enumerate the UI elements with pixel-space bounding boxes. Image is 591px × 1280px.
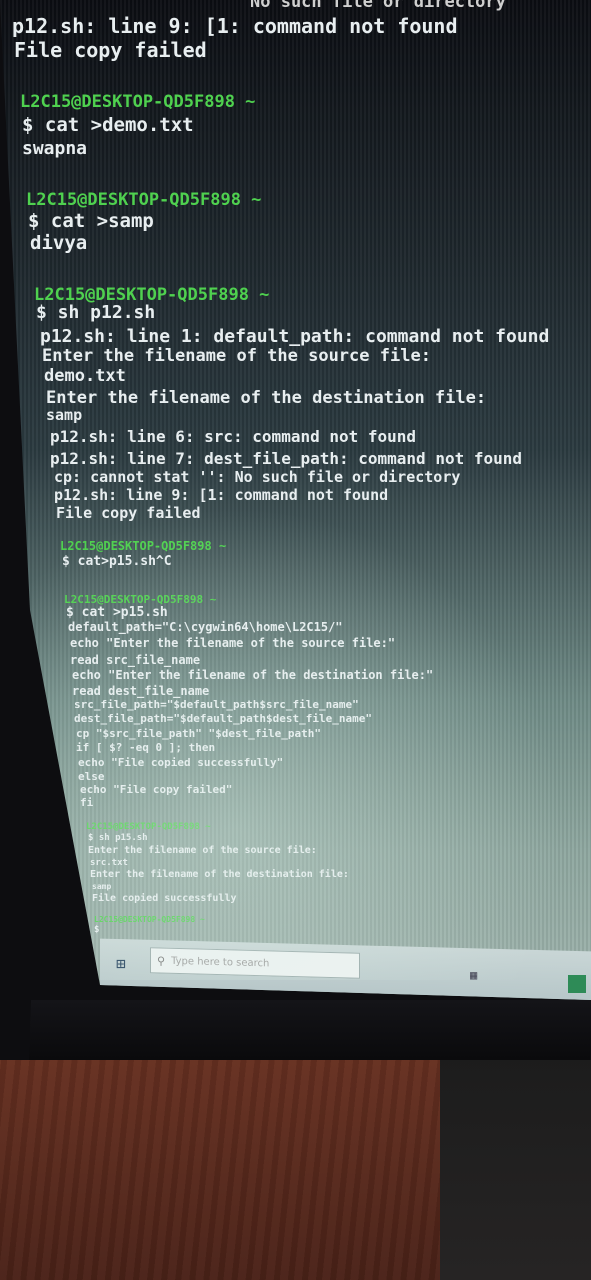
terminal-line: p12.sh: line 9: [1: command not found xyxy=(12,14,458,38)
terminal-line: demo.txt xyxy=(44,366,126,386)
terminal-line: p12.sh: line 1: default_path: command no… xyxy=(40,326,550,347)
terminal-line: p12.sh: line 6: src: command not found xyxy=(50,427,417,446)
terminal-line: Enter the filename of the source file: xyxy=(42,346,431,366)
script-line: read dest_file_name xyxy=(72,684,210,698)
search-icon: ⚲ xyxy=(157,953,166,968)
script-line: echo "Enter the filename of the destinat… xyxy=(72,668,434,682)
script-line: default_path="C:\cygwin64\home\L2C15/" xyxy=(68,620,343,634)
terminal-line: No such file or directory xyxy=(250,0,506,12)
terminal-line: File copied successfully xyxy=(92,893,237,904)
terminal-command: $ cat >samp xyxy=(28,210,154,232)
monitor-bezel-bottom xyxy=(28,1000,591,1060)
terminal-prompt: L2C15@DESKTOP-QD5F898 ~ xyxy=(60,539,227,553)
terminal-line: File copy failed xyxy=(56,504,201,522)
script-line: else xyxy=(78,770,105,783)
terminal-line: samp xyxy=(92,882,112,891)
terminal-prompt: L2C15@DESKTOP-QD5F898 ~ xyxy=(94,915,205,924)
script-line: read src_file_name xyxy=(70,653,201,667)
monitor-stand xyxy=(440,1050,591,1280)
terminal-line: samp xyxy=(46,406,83,424)
terminal-window[interactable]: No such file or directory p12.sh: line 9… xyxy=(0,0,591,1000)
terminal-line: src.txt xyxy=(90,858,128,868)
taskbar-search-input[interactable]: ⚲ Type here to search xyxy=(150,947,360,979)
terminal-line: divya xyxy=(30,232,88,254)
script-line: src_file_path="$default_path$src_file_na… xyxy=(74,698,359,711)
windows-start-icon[interactable]: ⊞ xyxy=(110,953,132,973)
terminal-command: $ sh p15.sh xyxy=(88,833,148,843)
terminal-line: cp: cannot stat '': No such file or dire… xyxy=(54,468,461,486)
monitor-screen: No such file or directory p12.sh: line 9… xyxy=(0,0,591,1000)
terminal-line: p12.sh: line 9: [1: command not found xyxy=(54,486,389,504)
terminal-line: Enter the filename of the source file: xyxy=(88,845,317,856)
terminal-line: Enter the filename of the destination fi… xyxy=(90,869,349,880)
terminal-line: p12.sh: line 7: dest_file_path: command … xyxy=(50,449,523,468)
terminal-command: $ cat >demo.txt xyxy=(22,114,194,136)
search-placeholder: Type here to search xyxy=(171,955,270,969)
terminal-command: $ cat>p15.sh^C xyxy=(62,554,172,569)
script-line: echo "Enter the filename of the source f… xyxy=(70,636,396,650)
script-line: echo "File copy failed" xyxy=(80,783,233,796)
task-view-icon[interactable]: ▦ xyxy=(470,968,490,984)
script-line: fi xyxy=(80,796,94,809)
notification-corner-icon[interactable] xyxy=(568,975,586,993)
terminal-prompt: L2C15@DESKTOP-QD5F898 ~ xyxy=(20,92,256,112)
script-line: dest_file_path="$default_path$dest_file_… xyxy=(74,712,373,725)
script-line: if [ $? -eq 0 ]; then xyxy=(76,741,216,754)
terminal-prompt: L2C15@DESKTOP-QD5F898 ~ xyxy=(86,822,211,832)
terminal-line: File copy failed xyxy=(14,38,207,62)
terminal-line: swapna xyxy=(22,138,88,159)
terminal-command: $ sh p12.sh xyxy=(36,302,156,323)
terminal-cursor-prompt: $ xyxy=(94,925,100,935)
terminal-prompt: L2C15@DESKTOP-QD5F898 ~ xyxy=(26,190,262,210)
script-line: echo "File copied successfully" xyxy=(78,756,284,769)
terminal-command: $ cat >p15.sh xyxy=(66,605,168,620)
terminal-line: Enter the filename of the destination fi… xyxy=(46,388,487,408)
script-line: cp "$src_file_path" "$dest_file_path" xyxy=(76,727,322,740)
